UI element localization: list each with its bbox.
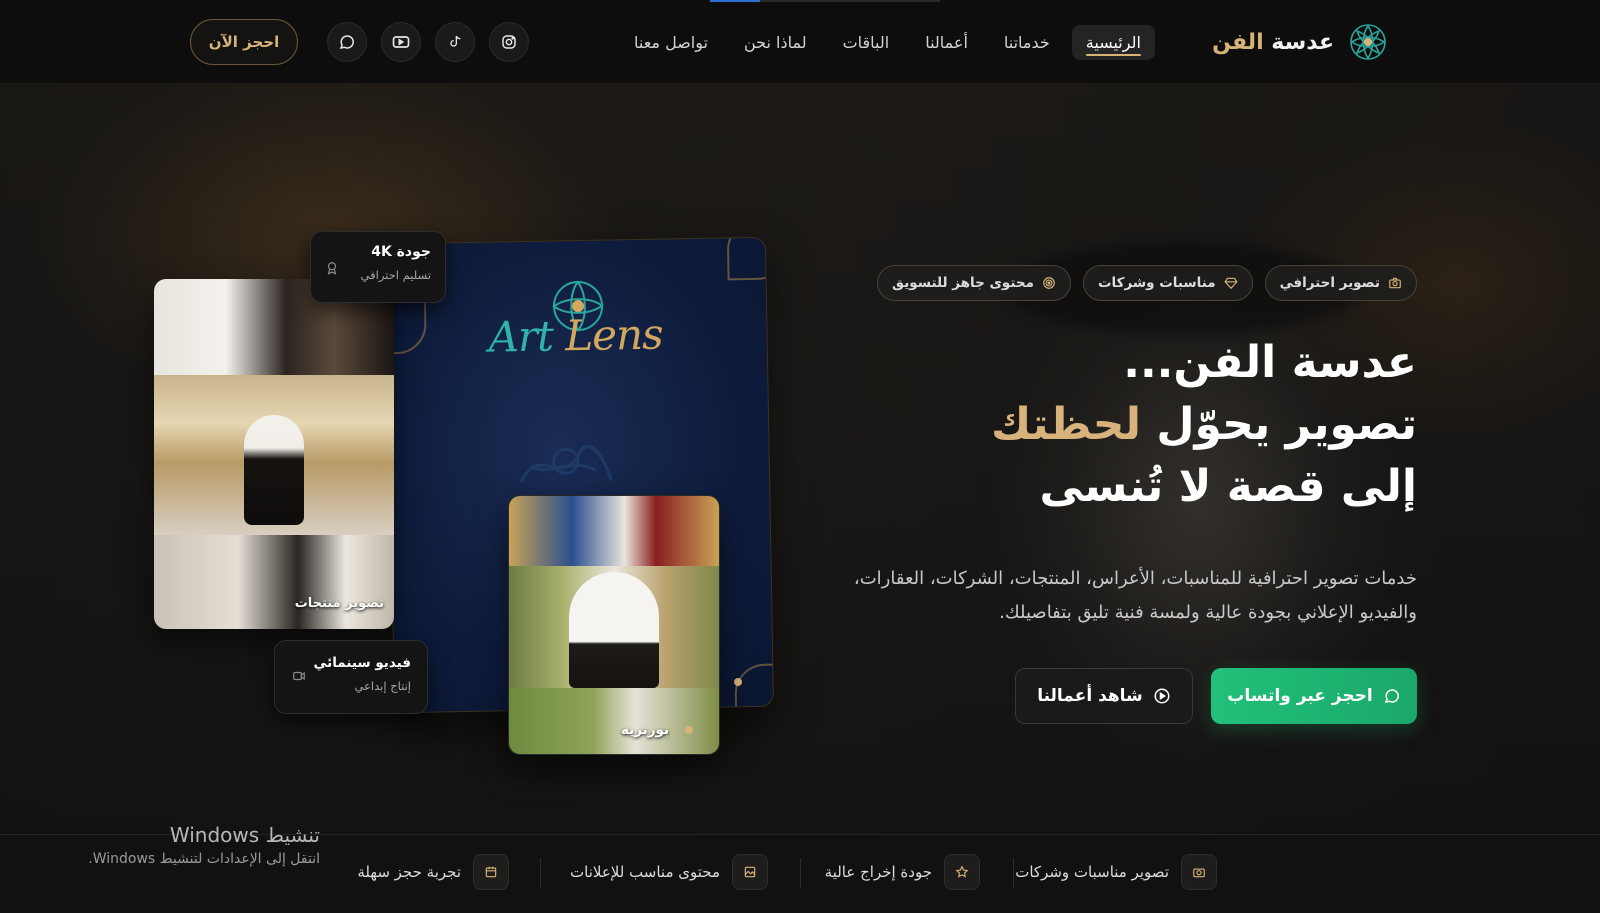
indicator-dot: [734, 678, 742, 686]
hero-title-line1: عدسة الفن...: [1123, 337, 1417, 388]
brand[interactable]: عدسة الفن: [1212, 20, 1388, 64]
cinematic-video-subtitle: إنتاج إبداعي: [354, 679, 411, 693]
hero-cta-group: احجز عبر واتساب شاهد أعمالنا: [1015, 668, 1417, 724]
windows-watermark-title: تنشيط Windows: [169, 823, 320, 847]
view-works-button[interactable]: شاهد أعمالنا: [1015, 668, 1193, 724]
instagram-link[interactable]: [489, 22, 529, 62]
calendar-icon: [485, 866, 497, 878]
tiktok-icon: [450, 35, 461, 47]
scroll-progress: [710, 0, 940, 2]
artlens-wordmark: Art Lens: [488, 309, 663, 362]
product-photo: تصوير منتجات: [154, 535, 394, 629]
portrait-photo: [509, 566, 719, 688]
hero-description: خدمات تصوير احترافية للمناسبات، الأعراس،…: [853, 568, 1417, 623]
diamond-icon: [1224, 277, 1238, 290]
divider: [540, 858, 541, 888]
cinematic-video-title: فيديو سينمائي: [313, 655, 411, 671]
award-icon: [327, 262, 337, 275]
feature-booking: تجربة حجز سهلة: [357, 854, 509, 890]
landing-page: عدسة الفن الرئيسية خدماتنا أعمالنا الباق…: [0, 0, 1600, 913]
play-circle-icon: [1154, 688, 1170, 704]
camera-icon: [1193, 868, 1205, 878]
site-header: عدسة الفن الرئيسية خدماتنا أعمالنا الباق…: [0, 0, 1600, 84]
nav-works[interactable]: أعمالنا: [911, 25, 982, 60]
portfolio-collage: Art Lens تصوير منتجات جودة 4K تسليم احتر…: [150, 231, 780, 775]
tiktok-link[interactable]: [435, 22, 475, 62]
camera-icon: [1389, 277, 1401, 289]
hero-title: عدسة الفن... تصوير يحوّل لحظتك إلى قصة ل…: [991, 332, 1417, 518]
divider: [800, 858, 801, 888]
lotus-logo-icon: [1350, 24, 1386, 60]
nav-packages[interactable]: الباقات: [829, 25, 904, 60]
feature-events: تصوير مناسبات وشركات: [1015, 854, 1217, 890]
star-icon: [955, 865, 969, 878]
windows-activation-watermark: تنشيط Windows انتقل إلى الإعدادات لتنشيط…: [80, 823, 320, 867]
quality-4k-subtitle: تسليم احترافي: [360, 268, 431, 282]
indicator-dot: [685, 726, 693, 734]
divider: [1013, 858, 1014, 888]
youtube-icon: [392, 36, 410, 48]
feature-events-label: تصوير مناسبات وشركات: [1015, 863, 1169, 881]
portrait-label: بورتريه: [621, 722, 670, 738]
quality-4k-card: جودة 4K تسليم احترافي: [310, 231, 446, 303]
hero-title-line2: تصوير يحوّل لحظتك: [990, 399, 1417, 450]
ornament-icon: [734, 663, 775, 714]
nav-services[interactable]: خدماتنا: [990, 25, 1064, 60]
portrait-photo-bottom: [509, 688, 719, 754]
quality-4k-title: جودة 4K: [371, 244, 431, 260]
arabic-calligraphy-icon: [519, 444, 613, 483]
badge-events: مناسبات وشركات: [1082, 265, 1253, 301]
feature-quality-label: جودة إخراج عالية: [824, 863, 932, 881]
whatsapp-icon: [1384, 689, 1399, 704]
brand-name: عدسة الفن: [1212, 29, 1334, 55]
ornament-icon: [726, 236, 775, 281]
feature-booking-label: تجربة حجز سهلة: [357, 863, 461, 881]
video-camera-icon: [293, 671, 305, 681]
nav-home[interactable]: الرئيسية: [1071, 24, 1155, 60]
windows-watermark-subtitle: انتقل إلى الإعدادات لتنشيط Windows.: [88, 851, 320, 867]
majlis-photo: [154, 375, 394, 535]
portrait-photo-card[interactable]: بورتريه: [508, 495, 720, 755]
book-now-button[interactable]: احجز الآن: [190, 19, 298, 65]
badge-marketing: محتوى جاهز للتسويق: [877, 265, 1071, 301]
feature-quality: جودة إخراج عالية: [825, 854, 980, 890]
social-links: [327, 22, 529, 62]
feature-ads-label: محتوى مناسب للإعلانات: [570, 863, 720, 881]
instagram-icon: [502, 35, 516, 49]
badge-professional: تصوير احترافي: [1264, 265, 1417, 301]
feature-ads: محتوى مناسب للإعلانات: [570, 854, 768, 890]
whatsapp-booking-button[interactable]: احجز عبر واتساب: [1211, 668, 1417, 724]
hero-badges: تصوير احترافي مناسبات وشركات محتوى جاهز …: [877, 265, 1417, 301]
main-nav: الرئيسية خدماتنا أعمالنا الباقات لماذا ن…: [620, 22, 1155, 62]
event-photo-card[interactable]: تصوير منتجات: [154, 279, 394, 629]
whatsapp-link[interactable]: [327, 22, 367, 62]
portrait-photo-top: [509, 496, 719, 566]
image-icon: [744, 866, 756, 878]
nav-why-us[interactable]: لماذا نحن: [730, 25, 821, 60]
youtube-link[interactable]: [381, 22, 421, 62]
cinematic-video-card: فيديو سينمائي إنتاج إبداعي: [274, 640, 428, 714]
target-icon: [1043, 277, 1055, 289]
nav-contact[interactable]: تواصل معنا: [620, 25, 722, 60]
whatsapp-icon: [339, 35, 354, 50]
product-photography-label: تصوير منتجات: [294, 596, 384, 611]
hero-title-line3: إلى قصة لا تُنسى: [1039, 461, 1417, 512]
